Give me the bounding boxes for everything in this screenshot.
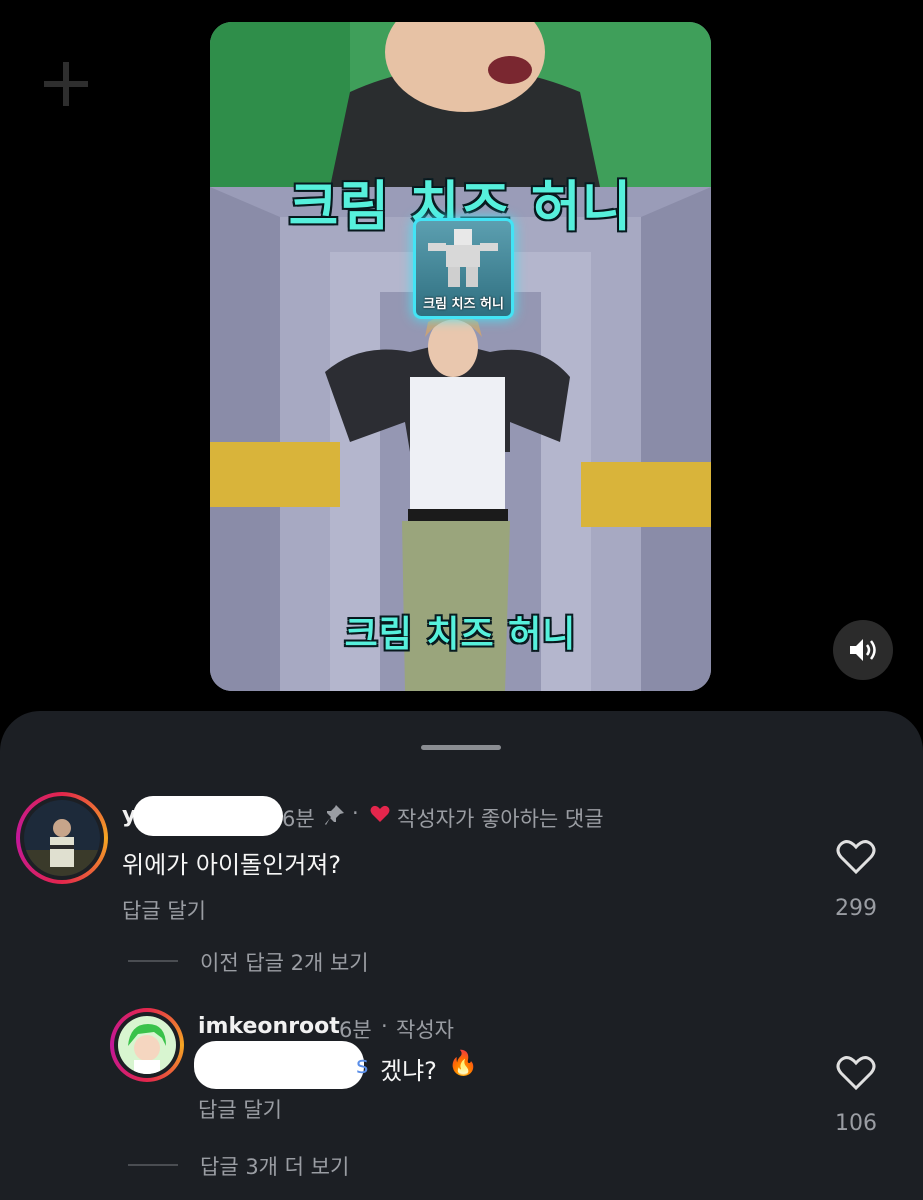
view-more-replies[interactable]: 답글 3개 더 보기 [200,1151,349,1181]
thread-line [128,960,178,962]
caption-bottom: 크림 치즈 허니 [344,614,577,655]
redaction [133,796,283,836]
meta-separator: · [381,1014,388,1038]
pin-icon [325,805,344,825]
plus-icon [44,62,88,106]
meta-separator: · [352,801,359,825]
redaction [194,1041,364,1089]
comment-text: 겠냐? [380,1057,437,1085]
volume-icon [850,639,876,661]
avatar[interactable] [16,792,108,884]
like-count: 106 [835,1111,877,1136]
comment-username[interactable]: imkeonroot [198,1014,340,1039]
heart-icon[interactable] [836,839,876,875]
fire-icon: 🔥 [448,1049,478,1077]
mention-suffix[interactable]: s [356,1051,369,1079]
heart-icon[interactable] [836,1055,876,1091]
like-count: 299 [835,896,877,921]
comment-time: 6분 [339,1018,372,1042]
video-frame [210,22,711,691]
avatar-photo [118,1016,176,1074]
dance-badge: 크림 치즈 허니 [413,218,514,319]
view-previous-replies[interactable]: 이전 답글 2개 보기 [200,947,369,977]
sheet-drag-handle[interactable] [421,745,501,750]
comment-time: 6분 [282,807,315,831]
avatar-photo [24,800,100,876]
comment-text: 위에가 아이돌인거져? [122,851,342,879]
avatar[interactable] [110,1008,184,1082]
heart-filled-icon [370,805,390,822]
volume-button[interactable] [833,620,893,680]
badge-label: 크림 치즈 허니 [423,297,504,312]
reply-button[interactable]: 답글 달기 [198,1094,282,1124]
robot-figure-icon [428,229,498,287]
liked-by-author-label: 작성자가 좋아하는 댓글 [397,807,604,831]
thread-line [128,1164,178,1166]
reply-button[interactable]: 답글 달기 [122,895,206,925]
video-player[interactable]: 크림 치즈 허니 크림 치즈 허니 크림 치즈 허니 [210,22,711,691]
comments-sheet: y 6분 · 작성자가 좋아하는 댓글 위에가 아이돌인거져? 답글 달기 29… [0,711,923,1200]
author-label: 작성자 [396,1018,454,1042]
